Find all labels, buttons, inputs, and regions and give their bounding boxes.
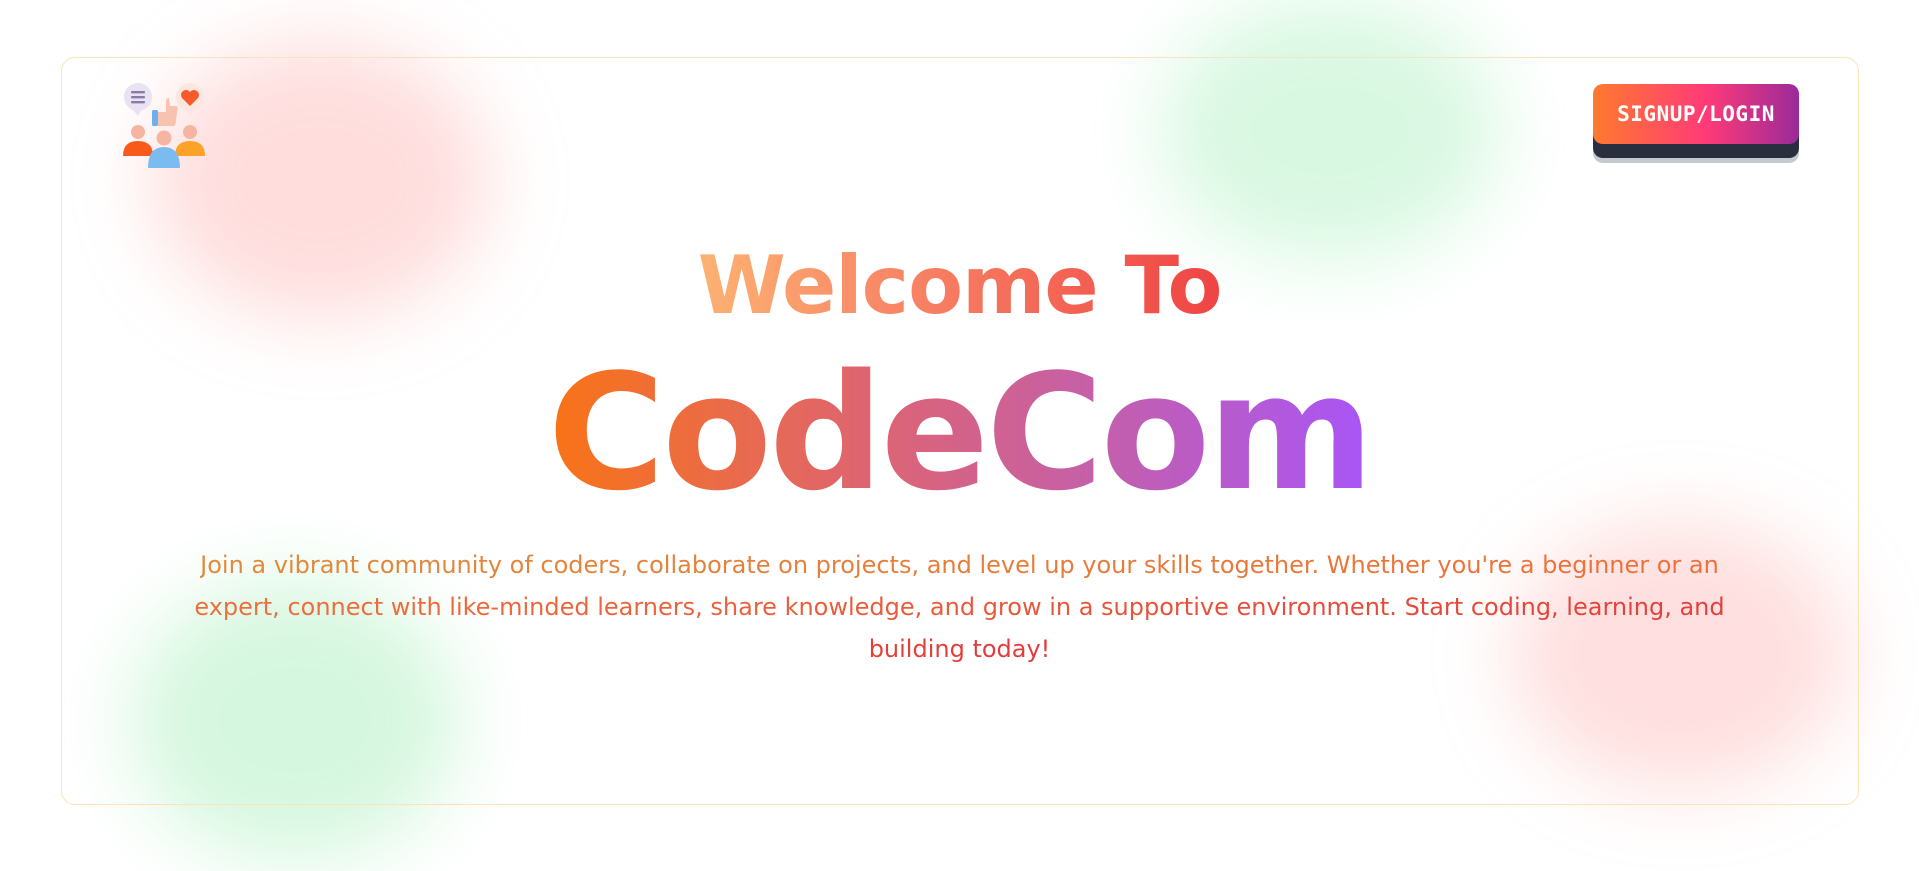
hero-description: Join a vibrant community of coders, coll… [175,544,1744,670]
community-logo-graphic [123,83,205,168]
community-logo-icon[interactable] [120,80,208,168]
description-text: Join a vibrant community of coders, coll… [194,551,1725,663]
signup-login-button[interactable]: SIGNUP/LOGIN [1593,84,1799,144]
welcome-heading: Welcome To [0,236,1919,336]
signup-login-container: SIGNUP/LOGIN [1593,84,1799,160]
brand-title: CodeCom [0,338,1919,528]
brand-text: CodeCom [547,339,1374,526]
welcome-text: Welcome To [697,239,1223,332]
